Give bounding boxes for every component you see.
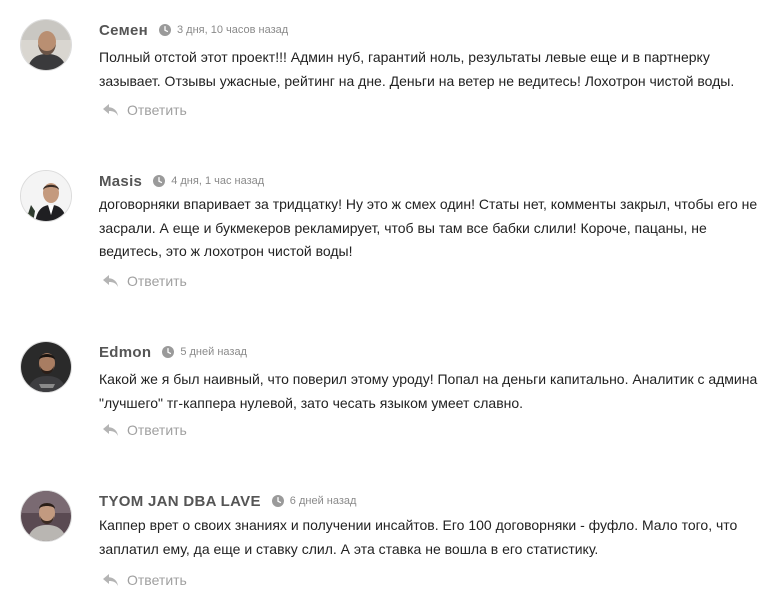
comment-date[interactable]: 3 дня, 10 часов назад <box>177 24 288 36</box>
comment-text: Полный отстой этот проект!!! Админ нуб, … <box>99 49 735 89</box>
reply-label: Ответить <box>127 102 187 118</box>
avatar[interactable] <box>20 19 72 71</box>
comment-date[interactable]: 6 дней назад <box>290 495 357 507</box>
comment-author[interactable]: TYOM JAN DBA LAVE <box>99 493 261 510</box>
reply-button[interactable]: Ответить <box>102 570 187 590</box>
comment-meta: Masis 4 дня, 1 час назад <box>99 170 264 192</box>
comment-date[interactable]: 4 дня, 1 час назад <box>171 175 264 187</box>
reply-arrow-icon <box>102 274 119 288</box>
comment-text: Какой же я был наивный, что поверил этом… <box>99 371 758 411</box>
comment-meta: Edmon 5 дней назад <box>99 341 247 363</box>
reply-button[interactable]: Ответить <box>102 100 187 120</box>
comment-text: Каппер врет о своих знаниях и получении … <box>99 517 738 557</box>
comment-author[interactable]: Edmon <box>99 344 151 361</box>
reply-button[interactable]: Ответить <box>102 420 187 440</box>
reply-label: Ответить <box>127 422 187 438</box>
reply-arrow-icon <box>102 103 119 117</box>
reply-arrow-icon <box>102 423 119 437</box>
comment-author[interactable]: Masis <box>99 173 142 190</box>
comment-date[interactable]: 5 дней назад <box>180 346 247 358</box>
reply-arrow-icon <box>102 573 119 587</box>
reply-label: Ответить <box>127 273 187 289</box>
reply-button[interactable]: Ответить <box>102 271 187 291</box>
avatar[interactable] <box>20 490 72 542</box>
avatar[interactable] <box>20 341 72 393</box>
comment-meta: TYOM JAN DBA LAVE 6 дней назад <box>99 490 356 512</box>
clock-icon <box>158 24 171 36</box>
comment-meta: Семен 3 дня, 10 часов назад <box>99 19 288 41</box>
avatar[interactable] <box>20 170 72 222</box>
reply-label: Ответить <box>127 572 187 588</box>
clock-icon <box>162 346 175 358</box>
clock-icon <box>153 175 166 187</box>
comment-author[interactable]: Семен <box>99 22 148 39</box>
clock-icon <box>271 495 284 507</box>
comment-text: договорняки впаривает за тридцатку! Ну э… <box>99 196 758 259</box>
